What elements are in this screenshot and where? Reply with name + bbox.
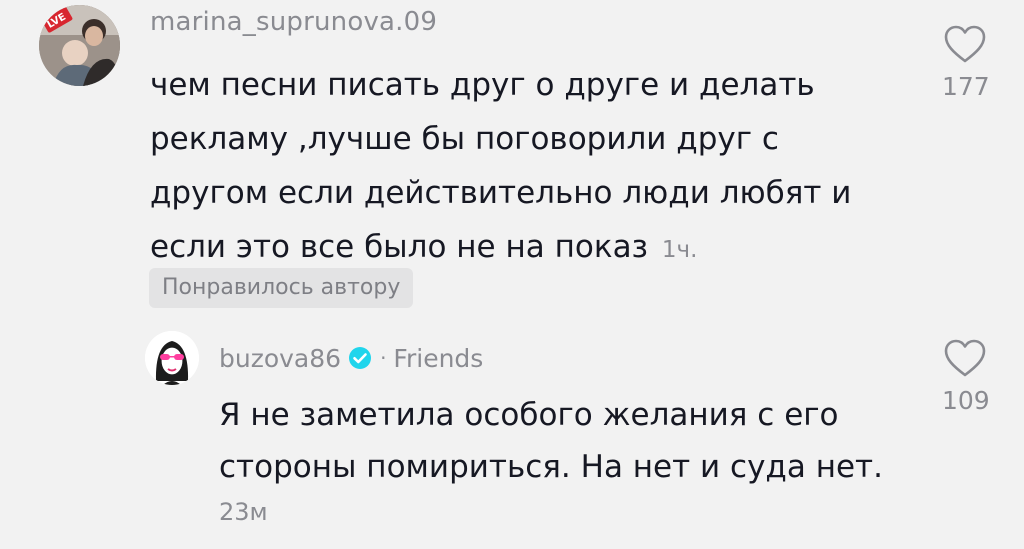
comments-panel: LVE marina_suprunova.09 чем песни писать…	[0, 0, 1024, 549]
heart-outline-icon[interactable]	[942, 338, 988, 378]
commenter-avatar[interactable]: LVE	[39, 5, 120, 86]
comment-like-count: 177	[942, 72, 990, 101]
comment-like-control[interactable]: 177	[942, 24, 990, 101]
reply-header: buzova86 · Friends	[219, 340, 483, 376]
reply-like-count: 109	[942, 386, 990, 415]
reply-text[interactable]: Я не заметила особого желания с его стор…	[219, 389, 919, 493]
comment-text[interactable]: чем песни писать друг о друге и делать р…	[150, 58, 890, 277]
reply-time: 23м	[219, 498, 268, 526]
reply-username[interactable]: buzova86	[219, 344, 341, 373]
comment-time: 1ч.	[661, 237, 698, 263]
comment-body: чем песни писать друг о друге и делать р…	[150, 67, 852, 265]
separator-dot: ·	[380, 346, 387, 370]
avatar-illustration	[145, 331, 199, 385]
commenter-username[interactable]: marina_suprunova.09	[150, 7, 437, 37]
heart-outline-icon[interactable]	[942, 24, 988, 64]
liked-by-author-badge: Понравилось автору	[149, 268, 414, 308]
verified-badge-icon	[348, 346, 372, 370]
reply-like-control[interactable]: 109	[942, 338, 990, 415]
avatar-photo: LVE	[39, 5, 120, 86]
friends-label: Friends	[393, 343, 484, 373]
reply-avatar[interactable]	[145, 331, 199, 385]
